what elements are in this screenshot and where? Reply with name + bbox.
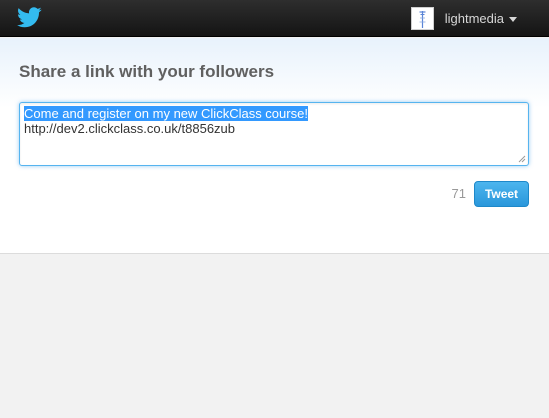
tweet-button[interactable]: Tweet bbox=[474, 181, 529, 207]
top-bar: lightmedia bbox=[0, 0, 549, 37]
link-text: http://dev2.clickclass.co.uk/t8856zub bbox=[24, 121, 236, 136]
selected-text: Come and register on my new ClickClass c… bbox=[24, 106, 308, 121]
account-menu[interactable]: lightmedia bbox=[410, 4, 517, 33]
username: lightmedia bbox=[444, 11, 504, 26]
share-panel: Share a link with your followers Come an… bbox=[0, 38, 549, 254]
caret-down-icon bbox=[509, 16, 517, 22]
page-title: Share a link with your followers bbox=[19, 62, 275, 81]
tweet-textarea[interactable]: Come and register on my new ClickClass c… bbox=[19, 102, 529, 166]
user-avatar-icon bbox=[410, 7, 434, 30]
twitter-bird-icon[interactable] bbox=[17, 7, 42, 28]
character-counter: 71 bbox=[451, 186, 466, 201]
resize-handle-icon[interactable] bbox=[518, 155, 526, 163]
